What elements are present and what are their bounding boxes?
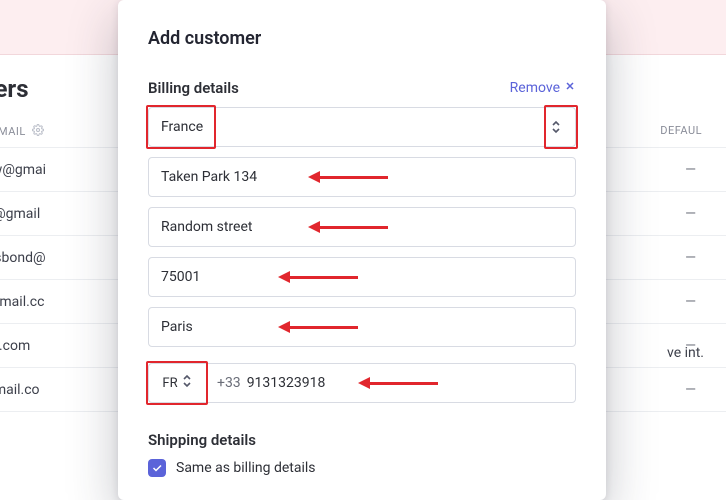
phone-number-value: 9131323918 [247,375,326,391]
same-as-billing-label: Same as billing details [176,460,316,476]
select-stepper-icon[interactable] [544,115,568,139]
modal-body[interactable]: Billing details Remove [118,57,606,497]
modal-title: Add customer [148,28,576,49]
phone-number-input[interactable]: +33 9131323918 [206,363,576,403]
gear-icon[interactable] [32,124,44,139]
country-select-wrapper [148,107,576,147]
phone-prefix: +33 [217,375,241,391]
shipping-heading: Shipping details [148,431,256,449]
remove-billing-button[interactable]: Remove [510,80,576,96]
remove-label: Remove [510,80,560,96]
country-select[interactable] [148,107,576,147]
same-as-billing-checkbox[interactable] [148,459,166,477]
truncated-cell: ve int. [667,345,704,361]
phone-cc-label: FR [162,376,177,391]
select-stepper-icon [181,373,193,393]
billing-heading: Billing details [148,79,239,97]
address-line1-input[interactable] [148,157,576,197]
col-mail: MAIL [0,125,26,138]
add-customer-modal: Add customer Billing details Remove [118,0,606,500]
close-icon [564,80,576,96]
postal-input[interactable] [148,257,576,297]
phone-country-code-select[interactable]: FR [148,363,206,403]
col-default: DEFAUL [660,124,702,137]
modal-header: Add customer [118,0,606,57]
address-line2-input[interactable] [148,207,576,247]
city-input[interactable] [148,307,576,347]
page-title: stomers [0,75,29,103]
